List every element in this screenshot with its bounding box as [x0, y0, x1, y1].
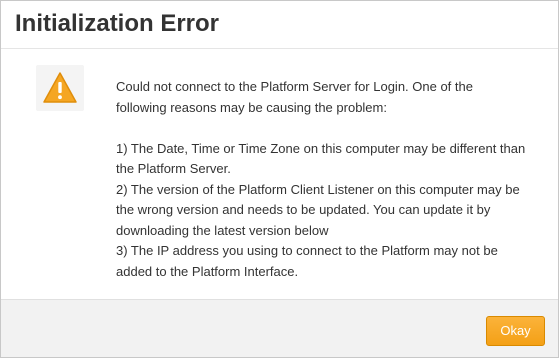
initialization-error-dialog: Initialization Error Could not connect t… — [0, 0, 559, 358]
dialog-body: Could not connect to the Platform Server… — [1, 49, 558, 299]
message-intro: Could not connect to the Platform Server… — [116, 79, 473, 115]
reason-3: 3) The IP address you using to connect t… — [116, 243, 498, 279]
reason-1: 1) The Date, Time or Time Zone on this c… — [116, 140, 526, 177]
dialog-footer: Okay — [1, 299, 558, 357]
error-message: Could not connect to the Platform Server… — [116, 77, 526, 282]
reason-2: 2) The version of the Platform Client Li… — [116, 181, 520, 238]
warning-icon — [36, 65, 84, 111]
dialog-title: Initialization Error — [15, 10, 220, 37]
okay-button[interactable]: Okay — [486, 316, 545, 346]
dialog-header: Initialization Error — [1, 1, 558, 49]
